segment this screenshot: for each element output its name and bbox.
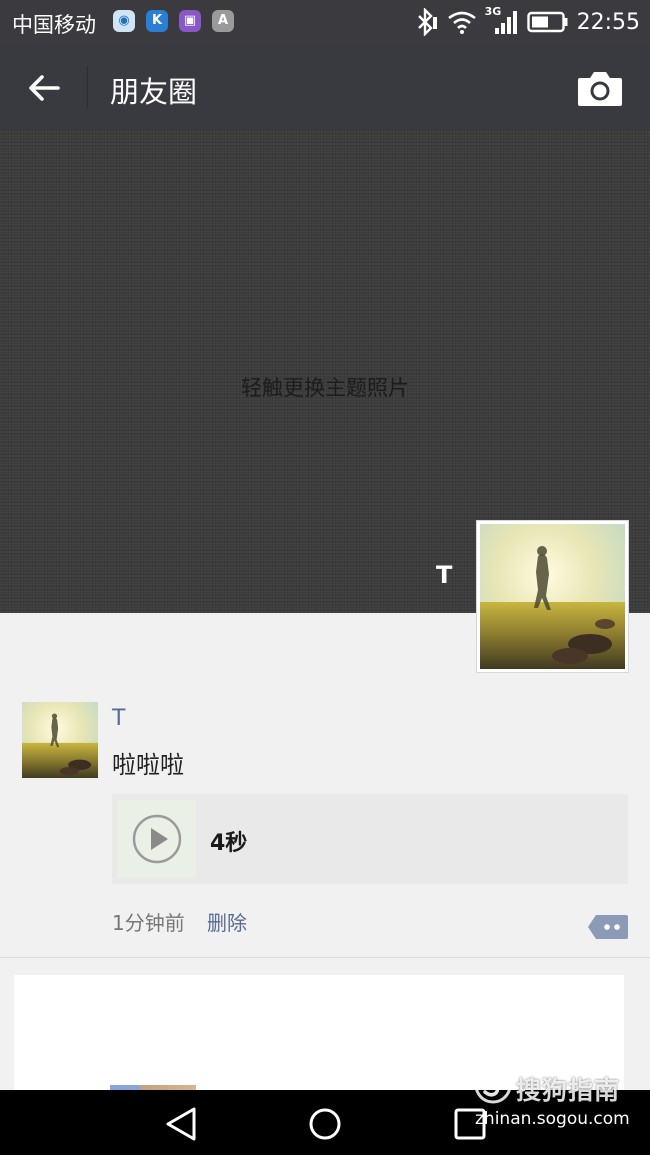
status-bar: 中国移动 ◉ K ▣ A 3G 22:55 xyxy=(0,0,650,44)
runner-photo-image xyxy=(22,702,98,778)
bluetooth-icon xyxy=(417,8,437,36)
k-app-icon: K xyxy=(146,10,168,32)
profile-avatar[interactable] xyxy=(477,521,628,672)
clock: 22:55 xyxy=(576,9,640,35)
post-author-name[interactable]: T xyxy=(112,706,125,731)
profile-name[interactable]: T xyxy=(436,561,452,589)
play-icon xyxy=(132,814,182,864)
change-cover-hint: 轻触更换主题照片 xyxy=(241,376,409,400)
post-text: 啦啦啦 xyxy=(112,751,184,779)
comment-menu-icon[interactable] xyxy=(588,913,628,941)
delete-post-link[interactable]: 删除 xyxy=(207,907,247,936)
battery-icon xyxy=(526,11,568,33)
home-circle-icon[interactable] xyxy=(305,1104,345,1144)
a-app-icon: A xyxy=(212,10,234,32)
back-triangle-icon[interactable] xyxy=(162,1104,202,1144)
post-divider xyxy=(0,957,650,958)
watermark-url: zhinan.sogou.com xyxy=(475,1109,630,1129)
signal-icon: 3G xyxy=(485,5,519,36)
arrow-left-icon[interactable] xyxy=(22,66,66,110)
gallery-app-icon: ▣ xyxy=(179,10,201,32)
cloud-app-icon: ◉ xyxy=(113,10,135,32)
voice-message-card[interactable]: 4秒 xyxy=(112,794,628,884)
top-nav-bar: 朋友圈 xyxy=(0,44,650,130)
sogou-logo-icon xyxy=(474,1066,512,1104)
nav-divider xyxy=(87,66,88,108)
carrier-name: 中国移动 xyxy=(12,13,96,37)
watermark-name: 搜狗指南 xyxy=(516,1076,621,1105)
page-title: 朋友圈 xyxy=(110,75,198,109)
voice-play-button[interactable] xyxy=(118,800,196,878)
runner-photo-image xyxy=(480,524,625,669)
post-avatar[interactable] xyxy=(22,702,98,778)
post-timestamp: 1分钟前 xyxy=(112,911,185,935)
camera-icon[interactable] xyxy=(574,66,626,110)
voice-duration: 4秒 xyxy=(210,831,248,856)
wifi-icon xyxy=(447,11,476,34)
